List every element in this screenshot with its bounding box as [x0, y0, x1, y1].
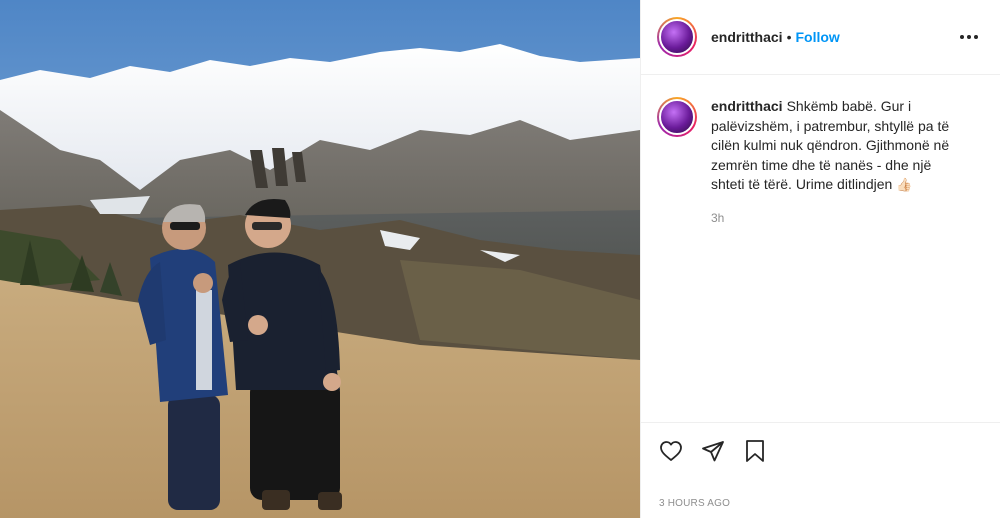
relative-time[interactable]: 3h: [711, 211, 961, 225]
thumbs-up-emoji: 👍🏻: [896, 177, 913, 192]
separator-dot: •: [786, 29, 792, 45]
bookmark-icon[interactable]: [741, 437, 769, 465]
follow-button[interactable]: Follow: [795, 29, 839, 45]
caption-area: endritthaci Shkëmb babë. Gur i palëvizshë…: [641, 75, 1000, 225]
action-bar: [641, 422, 1000, 478]
heart-icon[interactable]: [657, 437, 685, 465]
avatar[interactable]: [657, 17, 697, 57]
paper-plane-icon[interactable]: [699, 437, 727, 465]
post-side-panel: endritthaci • Follow endritthaci Shkëmb b…: [640, 0, 1000, 518]
post-header: endritthaci • Follow: [641, 0, 1000, 75]
caption-avatar[interactable]: [657, 97, 697, 137]
post-timestamp[interactable]: 3 HOURS AGO: [659, 498, 730, 509]
photo-mountain-scene: [0, 0, 640, 518]
caption-body: endritthaci Shkëmb babë. Gur i palëvizshë…: [711, 97, 961, 225]
post-photo[interactable]: [0, 0, 640, 518]
caption-username[interactable]: endritthaci: [711, 98, 783, 114]
caption: endritthaci Shkëmb babë. Gur i palëvizshë…: [711, 97, 961, 195]
username[interactable]: endritthaci: [711, 29, 783, 45]
more-options-icon[interactable]: [954, 29, 984, 45]
